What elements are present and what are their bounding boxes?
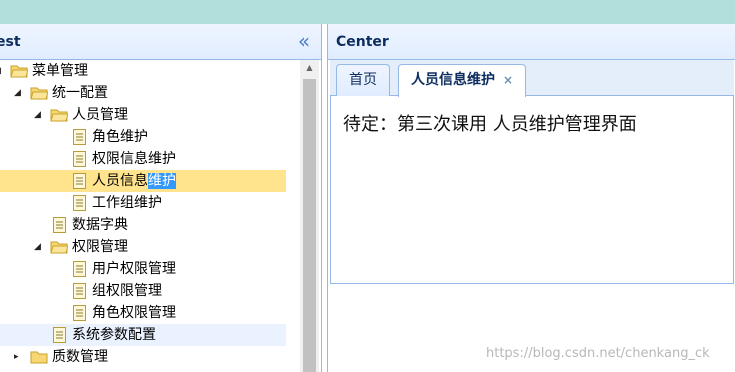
tree-node-label: 统一配置 [52, 85, 108, 101]
tree-node-label: 组权限管理 [92, 283, 162, 299]
file-icon [53, 327, 66, 343]
folder-closed-icon [30, 351, 48, 364]
tab-home[interactable]: 首页 [336, 64, 390, 96]
tab-label: 首页 [349, 72, 377, 88]
tree-node-label-text-selection: 维护 [148, 173, 176, 189]
file-icon [73, 129, 86, 145]
center-panel-header: Center [328, 24, 735, 60]
collapse-arrow-icon[interactable]: ▸ [14, 346, 26, 368]
tab-staff-info[interactable]: 人员信息维护 × [398, 64, 527, 97]
tree-node-label: 权限信息维护 [92, 151, 176, 167]
menu-tree: ◢ 菜单管理 ◢ 统一配置 ◢ 人员管理 角色维护 权限信息维护 人员 [0, 60, 300, 372]
tree-node-staff-management[interactable]: ◢ 人员管理 [0, 104, 300, 126]
scroll-thumb[interactable] [303, 79, 316, 372]
folder-open-icon [10, 65, 28, 78]
tab-content: 待定：第三次课用 人员维护管理界面 [330, 96, 734, 284]
tree-node-role-maintenance[interactable]: 角色维护 [0, 126, 300, 148]
tree-node-permission-management[interactable]: ◢ 权限管理 [0, 236, 300, 258]
tree-node-label: 权限管理 [72, 239, 128, 255]
expand-arrow-icon[interactable]: ◢ [34, 104, 46, 126]
expand-arrow-icon[interactable]: ◢ [34, 236, 46, 258]
file-icon [73, 173, 86, 189]
tree-node-workgroup[interactable]: 工作组维护 [0, 192, 300, 214]
tree-node-permission-info[interactable]: 权限信息维护 [0, 148, 300, 170]
center-panel-title: Center [336, 34, 389, 50]
tree-node-label: 菜单管理 [32, 63, 88, 79]
tree-node-label: 数据字典 [72, 217, 128, 233]
folder-open-icon [30, 87, 48, 100]
file-icon [73, 151, 86, 167]
tree-node-label: 工作组维护 [92, 195, 162, 211]
expand-arrow-icon[interactable]: ◢ [14, 82, 26, 104]
tree-node-data-dictionary[interactable]: 数据字典 [0, 214, 300, 236]
file-icon [73, 195, 86, 211]
west-panel-title: est [0, 34, 21, 50]
tree-node-system-params[interactable]: 系统参数配置 [0, 324, 286, 346]
tab-label: 人员信息维护 [411, 72, 495, 88]
tree-node-role-permissions[interactable]: 角色权限管理 [0, 302, 300, 324]
expand-arrow-icon[interactable]: ◢ [0, 60, 6, 82]
folder-open-icon [50, 241, 68, 254]
tree-node-label: 人员信息维护 [92, 170, 176, 192]
tree-node-label: 角色维护 [92, 129, 148, 145]
file-icon [53, 217, 66, 233]
file-icon [73, 283, 86, 299]
tree-node-group-permissions[interactable]: 组权限管理 [0, 280, 300, 302]
center-panel: Center 首页 人员信息维护 × 待定：第三次课用 人员维护管理界面 [327, 24, 735, 372]
file-icon [73, 261, 86, 277]
tree-node-label: 用户权限管理 [92, 261, 176, 277]
tree-node-menu-management[interactable]: ◢ 菜单管理 [0, 60, 300, 82]
scroll-up-arrow-icon[interactable]: ▲ [300, 60, 319, 76]
top-banner [0, 0, 735, 24]
double-chevron-left-icon[interactable]: « [294, 30, 314, 52]
content-text: 待定：第三次课用 人员维护管理界面 [343, 114, 637, 135]
tree-node-label-plain: 人员信息 [92, 173, 148, 189]
tree-node-label: 系统参数配置 [72, 327, 156, 343]
tree-node-staff-info-selected[interactable]: 人员信息维护 [0, 170, 286, 192]
watermark: https://blog.csdn.net/chenkang_ck [486, 346, 710, 361]
tree-scrollbar[interactable]: ▲ [300, 60, 319, 372]
close-icon[interactable]: × [503, 73, 513, 87]
tree-node-unified-config[interactable]: ◢ 统一配置 [0, 82, 300, 104]
tree-node-label: 角色权限管理 [92, 305, 176, 321]
tab-strip: 首页 人员信息维护 × [330, 60, 734, 97]
west-panel: est « ◢ 菜单管理 ◢ 统一配置 ◢ 人员管理 角色维护 权限信息 [0, 24, 322, 372]
west-panel-header: est « [0, 24, 321, 60]
tree-node-label: 质数管理 [52, 349, 108, 365]
tree-node-partial[interactable]: ▸ 质数管理 [0, 346, 300, 368]
tree-node-user-permissions[interactable]: 用户权限管理 [0, 258, 300, 280]
folder-open-icon [50, 109, 68, 122]
tree-node-label: 人员管理 [72, 107, 128, 123]
file-icon [73, 305, 86, 321]
